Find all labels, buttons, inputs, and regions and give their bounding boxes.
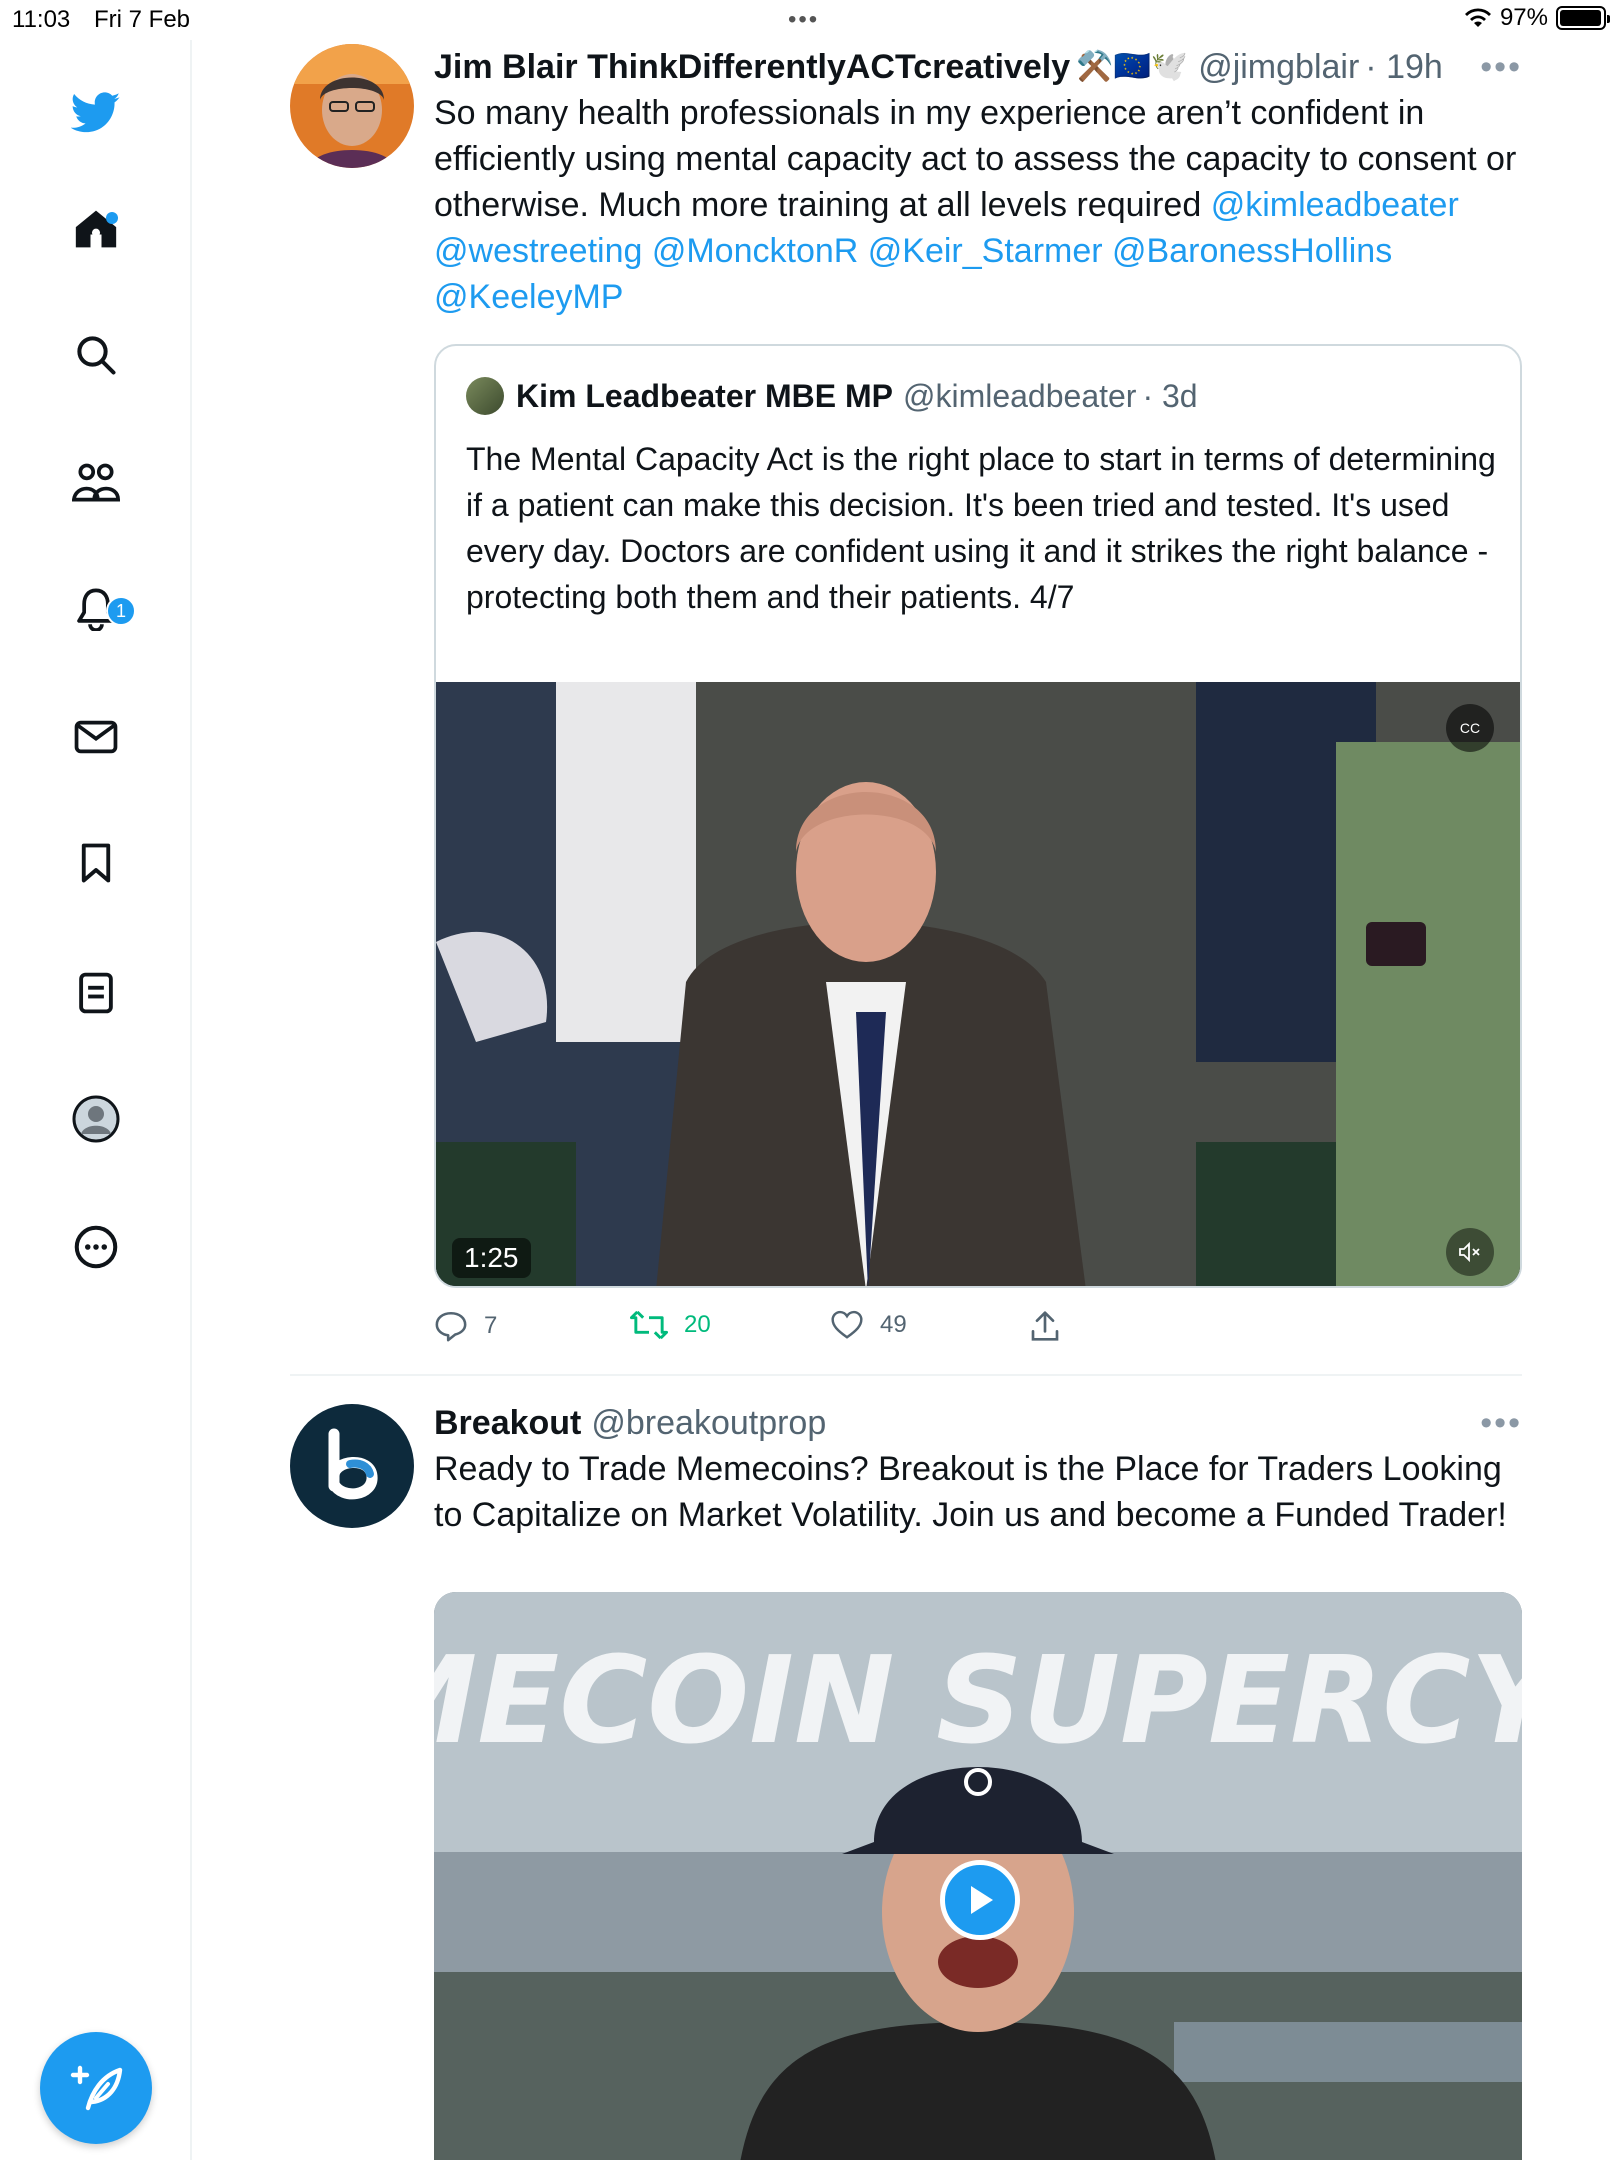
status-right: 97%: [1464, 4, 1610, 32]
bookmarks-icon[interactable]: [71, 838, 121, 888]
quoted-author-name: Kim Leadbeater MBE MP: [516, 378, 893, 414]
author-name[interactable]: Breakout: [434, 1400, 581, 1446]
search-icon[interactable]: [71, 330, 121, 380]
mention-link[interactable]: @westreeting: [434, 232, 642, 270]
multitasking-dots[interactable]: •••: [788, 6, 819, 34]
tweet-text: Ready to Trade Memecoins? Breakout is th…: [434, 1450, 1507, 1534]
battery-fill: [1560, 10, 1601, 26]
notifications-badge: 1: [106, 596, 136, 626]
author-handle[interactable]: @jimgblair: [1198, 44, 1359, 90]
play-icon: [971, 1886, 993, 1914]
breakout-avatar[interactable]: [290, 1404, 414, 1528]
compose-tweet-button[interactable]: [40, 2032, 152, 2144]
tweet-actions: 7 20 49: [434, 1310, 1134, 1360]
status-time: 11:03: [12, 6, 71, 33]
home-unread-dot: [106, 212, 118, 224]
communities-icon[interactable]: [71, 458, 121, 508]
wifi-icon: [1464, 8, 1491, 27]
quoted-tweet-text: The Mental Capacity Act is the right pla…: [466, 441, 1496, 615]
author-name[interactable]: Jim Blair ThinkDifferentlyACTcreatively: [434, 44, 1070, 90]
play-button[interactable]: [940, 1860, 1020, 1940]
tweet-header: Breakout @breakoutprop: [434, 1400, 1522, 1446]
tweet-breakoutprop[interactable]: Breakout @breakoutprop ••• Ready to Trad…: [290, 1400, 1522, 2160]
quoted-author-avatar: [466, 377, 504, 415]
author-handle[interactable]: @breakoutprop: [591, 1400, 826, 1446]
tweet-body: Jim Blair ThinkDifferentlyACTcreatively …: [434, 44, 1522, 320]
mute-toggle-icon[interactable]: [1446, 1228, 1494, 1276]
tweet-more-button[interactable]: •••: [1480, 48, 1522, 87]
retweet-icon: [630, 1310, 668, 1340]
quoted-tweet-header: Kim Leadbeater MBE MP @kimleadbeater · 3…: [466, 374, 1198, 418]
tweet-jimgblair[interactable]: Jim Blair ThinkDifferentlyACTcreatively …: [290, 44, 1522, 1364]
mention-link[interactable]: @BaronessHollins: [1112, 232, 1392, 270]
author-emojis: ⚒️🇪🇺🕊️: [1076, 50, 1189, 83]
compose-feather-icon: [70, 2065, 123, 2111]
video-duration: 1:25: [452, 1238, 531, 1278]
quoted-tweet[interactable]: Kim Leadbeater MBE MP @kimleadbeater · 3…: [434, 344, 1522, 1288]
tweet-header: Jim Blair ThinkDifferentlyACTcreatively …: [434, 44, 1522, 90]
mention-link[interactable]: @Keir_Starmer: [868, 232, 1103, 270]
messages-mail-icon[interactable]: [71, 712, 121, 762]
status-date: Fri 7 Feb: [94, 6, 191, 33]
tweet-text: So many health professionals in my exper…: [434, 90, 1522, 320]
reply-icon: [435, 1311, 467, 1342]
lists-icon[interactable]: [71, 968, 121, 1018]
share-button[interactable]: [1030, 1310, 1060, 1342]
reply-button[interactable]: 7: [434, 1310, 497, 1342]
twitter-logo-icon[interactable]: [71, 88, 121, 138]
mention-link[interactable]: @MoncktonR: [652, 232, 858, 270]
share-upload-icon: [1031, 1311, 1059, 1341]
user-avatar[interactable]: [290, 44, 414, 168]
quoted-author-handle: @kimleadbeater: [902, 378, 1137, 414]
retweet-button[interactable]: 20: [630, 1310, 711, 1340]
video-thumbnail: [436, 682, 1520, 1286]
quoted-tweet-time: · 3d: [1142, 378, 1198, 414]
tweet-body: Breakout @breakoutprop ••• Ready to Trad…: [434, 1400, 1522, 1538]
promo-video[interactable]: MEMECOIN SUPERCYCLE: [434, 1592, 1522, 2160]
battery-icon: [1556, 6, 1610, 30]
battery-percent: 97%: [1499, 4, 1548, 31]
tweet-divider: [290, 1374, 1522, 1376]
like-count: 49: [880, 1311, 907, 1338]
more-options-icon[interactable]: [71, 1222, 121, 1272]
retweet-count: 20: [684, 1311, 711, 1338]
tweet-time[interactable]: · 19h: [1365, 44, 1443, 90]
quoted-video[interactable]: CC 1:25: [436, 682, 1520, 1286]
promo-headline: MEMECOIN SUPERCYCLE: [434, 1632, 1522, 1771]
sidebar: 1: [0, 40, 192, 2160]
closed-captions-button[interactable]: CC: [1446, 704, 1494, 752]
status-bar: 11:03 Fri 7 Feb ••• 97%: [0, 0, 1620, 40]
mention-link[interactable]: @kimleadbeater: [1211, 186, 1459, 224]
like-heart-icon: [831, 1310, 863, 1339]
like-button[interactable]: 49: [830, 1310, 907, 1340]
profile-avatar-icon[interactable]: [71, 1094, 121, 1144]
tweet-more-button[interactable]: •••: [1480, 1404, 1522, 1443]
mention-link[interactable]: @KeeleyMP: [434, 278, 623, 316]
reply-count: 7: [484, 1312, 498, 1339]
